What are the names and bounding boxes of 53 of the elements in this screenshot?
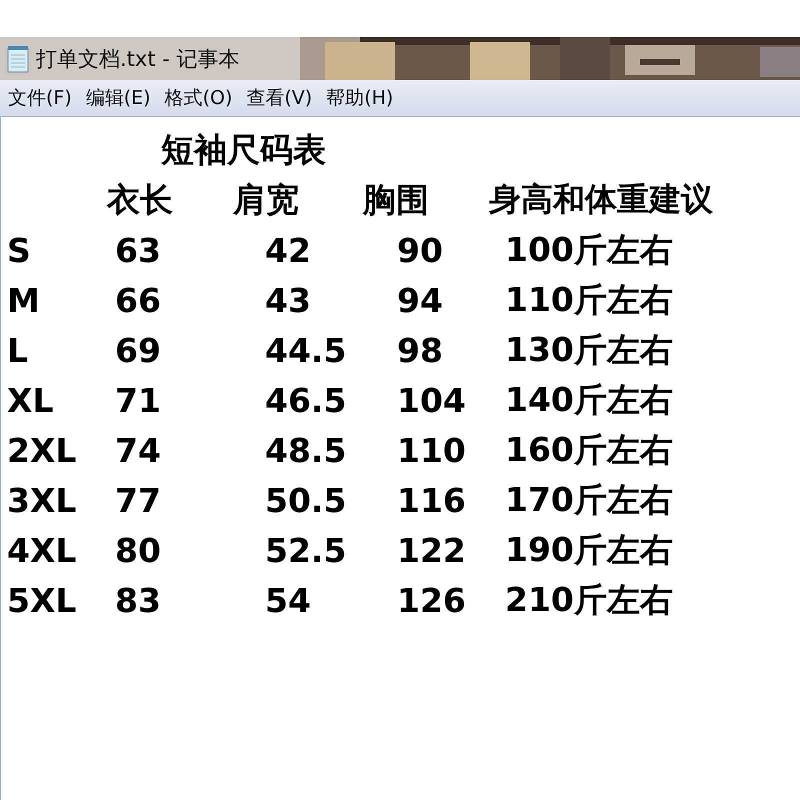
table-cell-text: 44.5 (264, 330, 348, 370)
size-label: 5XL (7, 580, 78, 620)
table-cell-text: 50.5 (264, 480, 348, 520)
table-cell-text: 77 (114, 480, 162, 520)
size-label: M (7, 280, 41, 320)
table-cell-text: 71 (114, 380, 162, 420)
table-cell-text: 74 (114, 430, 162, 470)
column-header: 衣长 (106, 178, 174, 220)
table-cell-text: 110斤左右 (504, 278, 674, 320)
size-label: 4XL (7, 530, 78, 570)
table-cell-text: 170斤左右 (504, 478, 674, 520)
column-header: 胸围 (363, 178, 430, 220)
menu-item[interactable]: 查看(V) (246, 85, 312, 111)
size-label: XL (7, 380, 54, 420)
menu-item[interactable]: 文件(F) (8, 85, 72, 111)
table-cell-text: 210斤左右 (504, 578, 674, 620)
table-cell-text: 160斤左右 (504, 428, 674, 470)
table-cell-text: 48.5 (264, 430, 348, 470)
window-title: 打单文档.txt - 记事本 (36, 46, 240, 72)
menu-item[interactable]: 格式(O) (164, 85, 232, 111)
size-label: L (7, 330, 30, 370)
table-cell-text: 100斤左右 (504, 228, 674, 270)
table-cell-text: 46.5 (264, 380, 348, 420)
table-cell-text: 83 (114, 580, 162, 620)
table-cell-text: 69 (114, 330, 162, 370)
table-cell-text: 110 (396, 430, 467, 470)
menu-item[interactable]: 帮助(H) (326, 85, 394, 111)
size-label: S (7, 230, 32, 270)
table-cell-text: 54 (264, 580, 312, 620)
table-cell-text: 126 (396, 580, 467, 620)
table-cell-text: 90 (396, 230, 444, 270)
column-header: 肩宽 (233, 178, 300, 220)
table-cell-text: 63 (114, 230, 162, 270)
text-area[interactable]: 短袖尺码表 衣长 肩宽 胸围 身高和体重建议 S 63 42 90 100斤左右 M 66 43 94 110斤左右 L 69 44.5 98 130斤左右 XL 71 46.5 104 140斤左右 2XL 74 48.5 110 160斤左右 3XL 77 50.5 116 170斤左右 4XL 80 52.5 122 190斤左右 5XL 83 54 126 210斤左右 (0, 117, 800, 800)
column-header: 身高和体重建议 (488, 179, 714, 220)
table-cell-text: 122 (396, 530, 467, 570)
table-cell-text: 43 (264, 280, 312, 320)
table-cell-text: 130斤左右 (504, 328, 674, 370)
table-cell-text: 98 (396, 330, 444, 370)
table-cell-text: 104 (396, 380, 467, 420)
heading-text: 短袖尺码表 (160, 128, 327, 170)
table-cell-text: 52.5 (264, 530, 348, 570)
table-cell-text: 140斤左右 (504, 378, 674, 420)
menu-item[interactable]: 编辑(E) (86, 85, 151, 111)
notepad-icon (6, 44, 30, 72)
table-cell-text: 190斤左右 (504, 528, 674, 570)
table-cell-text: 66 (114, 280, 162, 320)
table-cell-text: 42 (264, 230, 312, 270)
table-cell-text: 94 (396, 280, 444, 320)
table-cell-text: 80 (114, 530, 162, 570)
size-label: 2XL (7, 430, 78, 470)
size-label: 3XL (7, 480, 78, 520)
table-cell-text: 116 (396, 480, 467, 520)
